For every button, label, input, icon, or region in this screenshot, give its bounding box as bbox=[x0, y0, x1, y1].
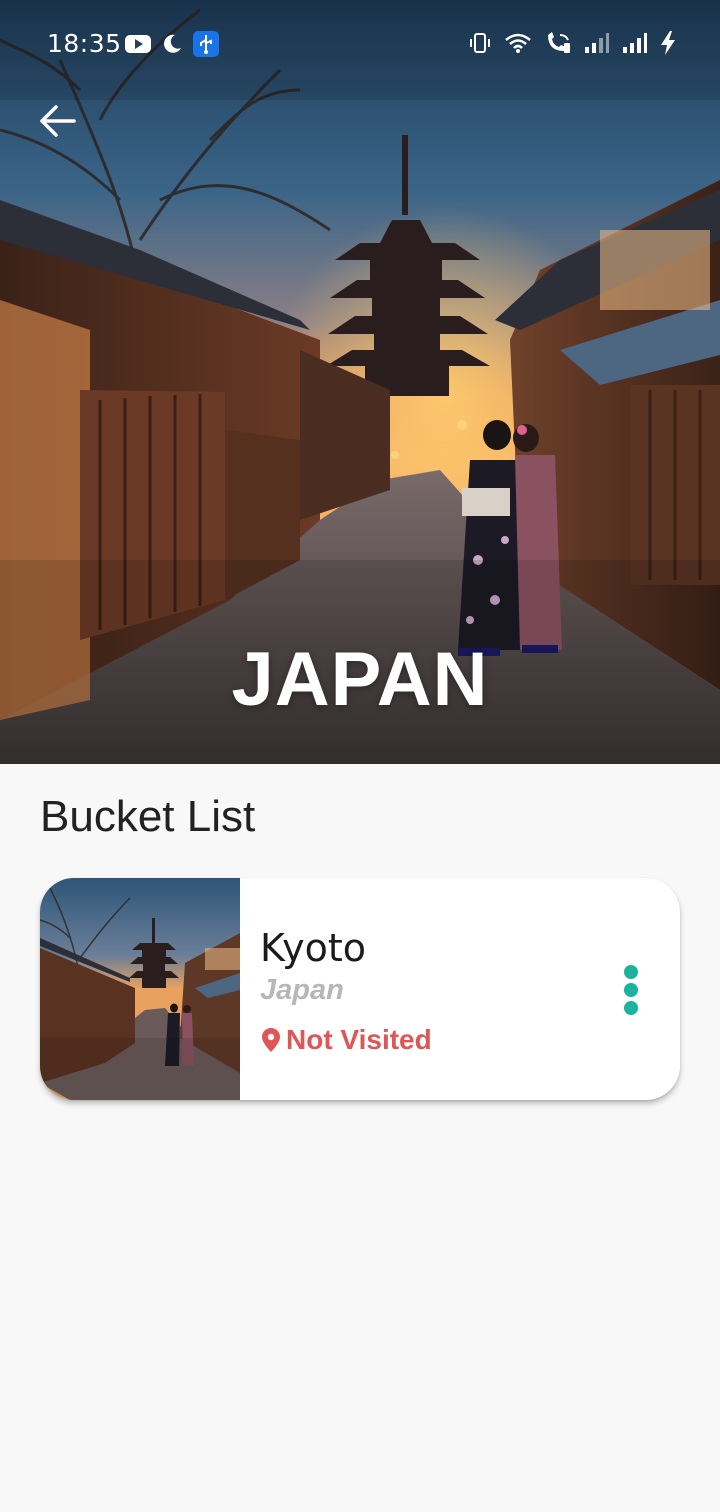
wifi-icon bbox=[505, 33, 531, 53]
moon-icon bbox=[164, 34, 181, 53]
page-title: JAPAN bbox=[231, 637, 489, 722]
location-pin-icon bbox=[262, 1028, 280, 1052]
more-vertical-icon[interactable] bbox=[616, 962, 646, 1018]
place-name: Kyoto bbox=[260, 926, 367, 970]
arrow-back-icon bbox=[40, 105, 76, 137]
status-time: 18:35 bbox=[47, 29, 122, 58]
usb-icon bbox=[193, 31, 219, 57]
signal-icon bbox=[585, 33, 609, 53]
charging-icon bbox=[661, 31, 675, 55]
place-country: Japan bbox=[260, 974, 344, 1006]
wifi-calling-icon bbox=[548, 32, 570, 53]
card-thumbnail bbox=[40, 878, 240, 1100]
bucket-list-card[interactable]: Kyoto Japan Not Visited bbox=[40, 878, 680, 1100]
visit-status: Not Visited bbox=[262, 1024, 432, 1056]
vibrate-icon bbox=[470, 33, 490, 53]
back-button[interactable] bbox=[34, 98, 80, 144]
youtube-icon bbox=[125, 35, 151, 53]
visit-status-label: Not Visited bbox=[286, 1024, 432, 1055]
hero-banner: 18:35 JAPAN bbox=[0, 0, 720, 764]
status-bar: 18:35 bbox=[0, 0, 720, 88]
section-title: Bucket List bbox=[40, 792, 256, 841]
signal-icon bbox=[623, 33, 647, 53]
